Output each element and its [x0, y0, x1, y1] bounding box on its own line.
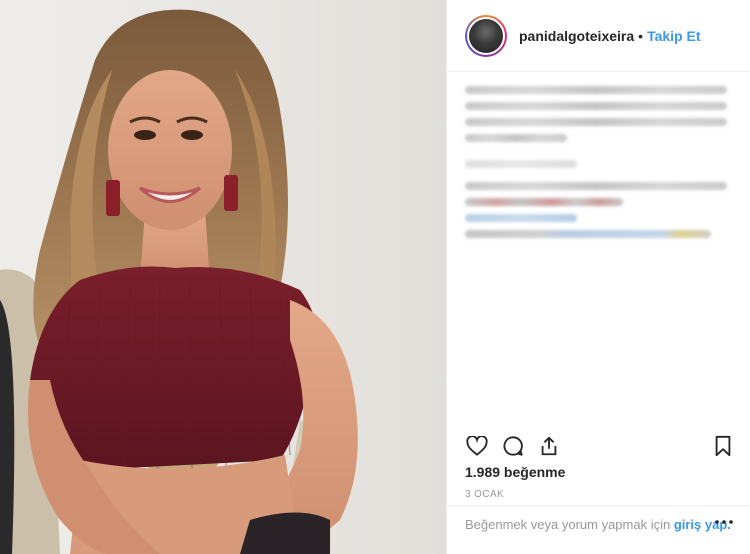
action-bar	[447, 426, 750, 466]
comment-blurred	[465, 198, 623, 206]
comment-icon[interactable]	[501, 434, 525, 458]
post-image	[0, 0, 446, 554]
likes-count[interactable]: 1.989 beğenme	[465, 464, 565, 480]
caption-line	[465, 102, 727, 110]
bookmark-icon[interactable]	[711, 434, 735, 458]
follow-button[interactable]: Takip Et	[647, 28, 700, 44]
separator-dot: •	[638, 27, 644, 44]
comment-blurred	[465, 230, 711, 238]
login-prompt-text: Beğenmek veya yorum yapmak için	[465, 517, 674, 532]
post-header: panidalgoteixeira • Takip Et	[447, 0, 750, 72]
login-prompt: Beğenmek veya yorum yapmak için giriş ya…	[447, 505, 750, 554]
username-link[interactable]: panidalgoteixeira	[519, 28, 634, 44]
avatar[interactable]	[465, 14, 507, 57]
post-photo[interactable]	[0, 0, 446, 554]
caption-line	[465, 118, 727, 126]
load-more-comments-blurred[interactable]	[465, 160, 577, 168]
share-icon[interactable]	[537, 434, 561, 458]
comment-mention-blurred[interactable]	[465, 214, 577, 222]
post-panel: panidalgoteixeira • Takip Et 1.989 beğen…	[446, 0, 750, 554]
more-icon[interactable]	[714, 512, 734, 532]
post-date[interactable]: 3 OCAK	[465, 489, 504, 500]
comment-blurred	[465, 182, 727, 190]
heart-icon[interactable]	[465, 434, 489, 458]
caption-line	[465, 86, 727, 94]
comments-area	[447, 72, 750, 416]
caption-blurred	[465, 86, 732, 142]
caption-line	[465, 134, 567, 142]
